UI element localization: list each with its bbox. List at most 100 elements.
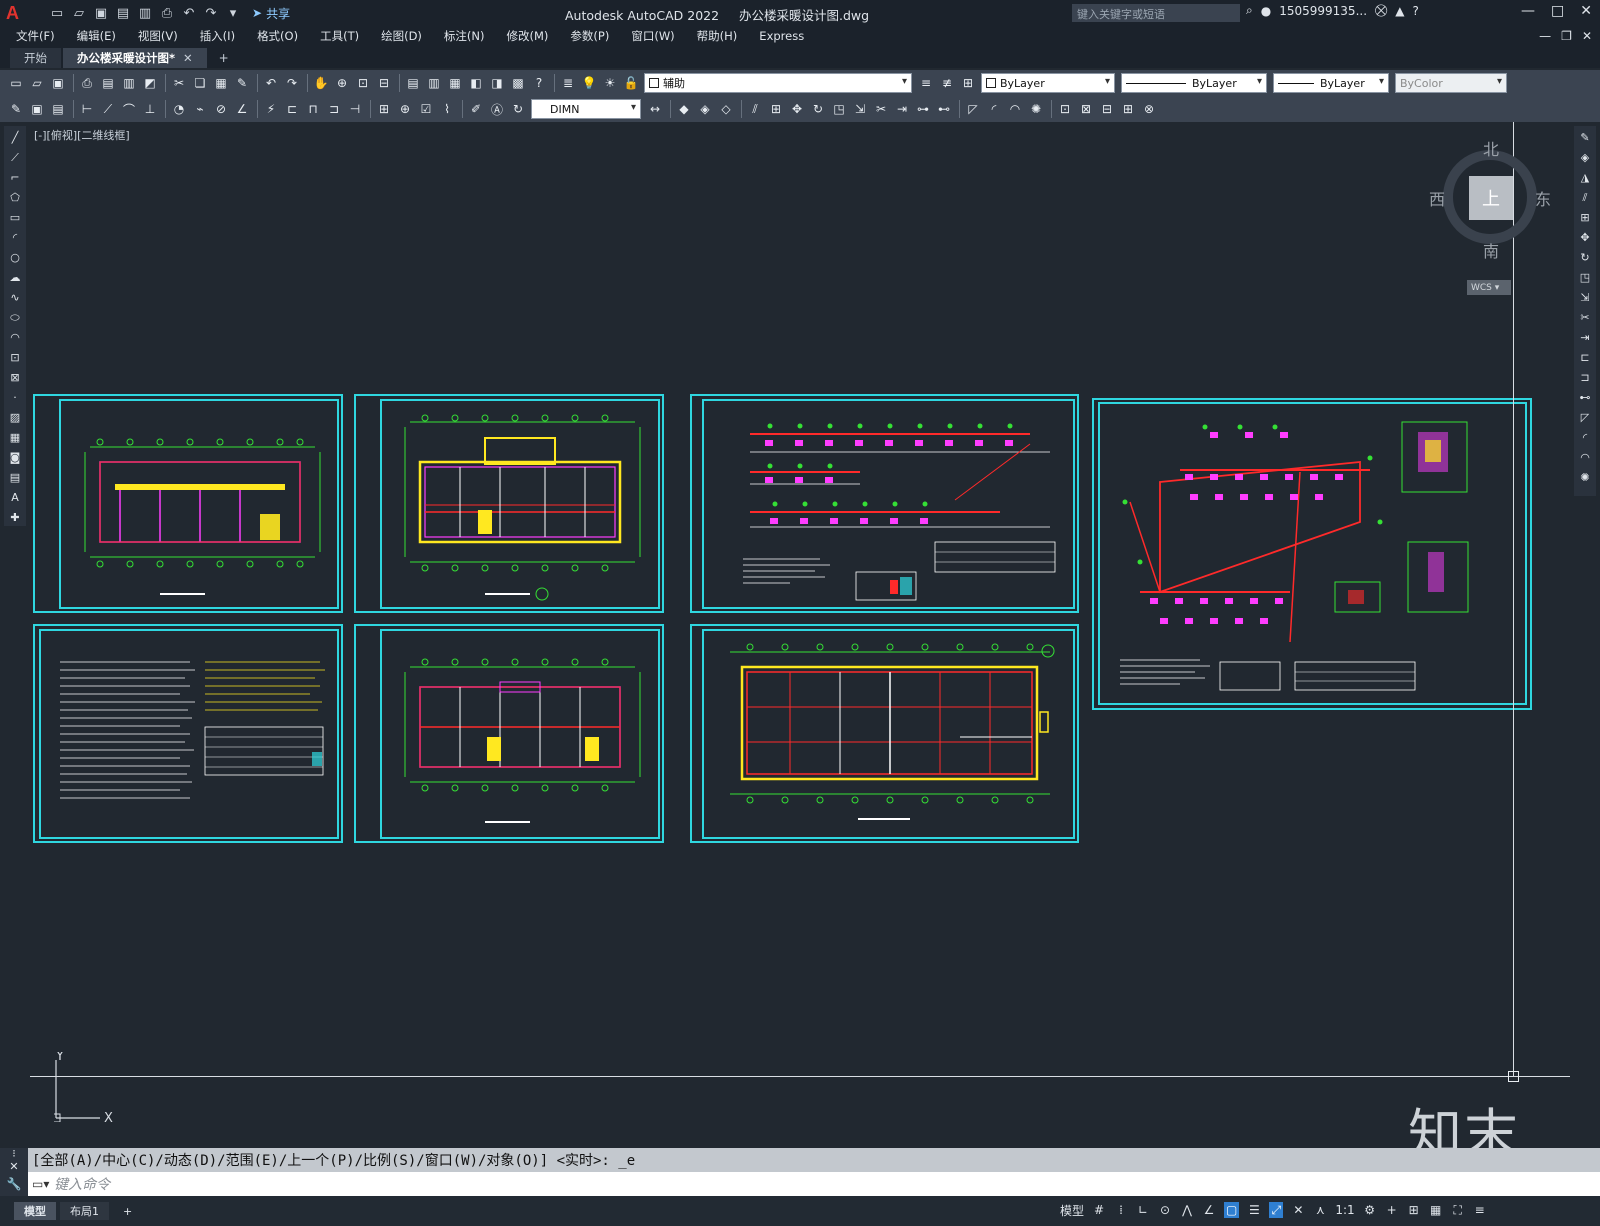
diameter-dimension-icon[interactable]: ⊘: [213, 101, 229, 117]
make-current-icon[interactable]: ≡: [918, 75, 934, 91]
pan-icon[interactable]: ✋: [313, 75, 329, 91]
menu-modify[interactable]: 修改(M): [507, 28, 549, 44]
blend-icon[interactable]: ◠: [1007, 101, 1023, 117]
menu-format[interactable]: 格式(O): [257, 28, 298, 44]
open-file-icon[interactable]: ▱: [70, 4, 88, 22]
object-snap-tracking-icon[interactable]: ∠: [1202, 1202, 1216, 1218]
scale-icon[interactable]: ◳: [1577, 270, 1593, 285]
jogged-dimension-icon[interactable]: ⌁: [192, 101, 208, 117]
wcs-menu[interactable]: WCS ▾: [1467, 280, 1511, 295]
offset-icon[interactable]: ⫽: [1577, 190, 1593, 205]
stretch-icon[interactable]: ⇲: [852, 101, 868, 117]
cut-icon[interactable]: ✂: [171, 75, 187, 91]
join-icon[interactable]: ⊷: [1577, 390, 1593, 405]
menu-tools[interactable]: 工具(T): [320, 28, 359, 44]
doc-restore-icon[interactable]: ❐: [1561, 29, 1572, 43]
layout-tab-layout1[interactable]: 布局1: [60, 1202, 109, 1220]
cart-icon[interactable]: ⛒: [1375, 3, 1387, 18]
dimension-edit-icon[interactable]: ✐: [468, 101, 484, 117]
move-icon[interactable]: ✥: [1577, 230, 1593, 245]
autodesk-app-icon[interactable]: ▲: [1395, 4, 1404, 18]
annotation-scale-icon[interactable]: ⋏: [1313, 1202, 1327, 1218]
explode-icon[interactable]: ✺: [1577, 470, 1593, 485]
linetype-dropdown[interactable]: ByLayer ▾: [1121, 73, 1267, 93]
tab-drawing[interactable]: 办公楼采暖设计图* ✕: [63, 48, 207, 68]
sheet-heating-plan-1[interactable]: [354, 394, 664, 613]
share-button[interactable]: ➤ 共享: [252, 5, 290, 22]
grid-icon[interactable]: #: [1092, 1202, 1106, 1218]
rectangle-icon[interactable]: ▭: [7, 210, 23, 225]
drawing-canvas[interactable]: [30, 122, 1570, 1142]
break-at-point-icon[interactable]: ⊏: [1577, 350, 1593, 365]
sheet-system-diagram-1[interactable]: [690, 394, 1079, 613]
paste-icon[interactable]: ▦: [213, 75, 229, 91]
make-block-icon[interactable]: ⊠: [7, 370, 23, 385]
angular-dimension-icon[interactable]: ∠: [234, 101, 250, 117]
user-icon[interactable]: ●: [1261, 4, 1271, 18]
menu-edit[interactable]: 编辑(E): [77, 28, 116, 44]
dimension-text-edit-icon[interactable]: Ⓐ: [489, 101, 505, 117]
construction-line-icon[interactable]: ⟋: [7, 150, 23, 165]
user-account[interactable]: 1505999135...: [1279, 4, 1367, 18]
redo-icon[interactable]: ↷: [284, 75, 300, 91]
dimension-break-icon[interactable]: ⊣: [347, 101, 363, 117]
dimension-space-icon[interactable]: ⊐: [326, 101, 342, 117]
arc-icon[interactable]: ◜: [7, 230, 23, 245]
radius-dimension-icon[interactable]: ◔: [171, 101, 187, 117]
dim-edit-icon[interactable]: ✎: [8, 101, 24, 117]
tab-start[interactable]: 开始: [10, 48, 61, 68]
line-icon[interactable]: ╱: [7, 130, 23, 145]
search-icon[interactable]: ⌕: [1246, 3, 1253, 18]
insert-block-icon[interactable]: ⊡: [7, 350, 23, 365]
save-as-icon[interactable]: ▤: [114, 4, 132, 22]
copy-object-icon[interactable]: ◈: [697, 101, 713, 117]
layer-on-icon[interactable]: 💡: [581, 75, 597, 91]
plot-icon[interactable]: ⎙: [158, 4, 176, 22]
help-icon[interactable]: ?: [1413, 4, 1419, 18]
break-icon[interactable]: ⊐: [1577, 370, 1593, 385]
aligned-dimension-icon[interactable]: ⟋: [100, 101, 116, 117]
explode-icon[interactable]: ✺: [1028, 101, 1044, 117]
lineweight-icon[interactable]: ☰: [1247, 1202, 1261, 1218]
3d-print-icon[interactable]: ◩: [142, 75, 158, 91]
chamfer-icon[interactable]: ◸: [965, 101, 981, 117]
recent-commands-icon[interactable]: ▭▾: [28, 1177, 54, 1191]
polygon-icon[interactable]: ⬠: [7, 190, 23, 205]
extend-icon[interactable]: ⇥: [894, 101, 910, 117]
redo-icon[interactable]: ↷: [202, 4, 220, 22]
command-input[interactable]: 键入命令: [54, 1174, 110, 1194]
properties-icon[interactable]: ▤: [405, 75, 421, 91]
layer-properties-icon[interactable]: ≣: [560, 75, 576, 91]
stretch-icon[interactable]: ⇲: [1577, 290, 1593, 305]
viewcube-top-face[interactable]: 上: [1469, 176, 1513, 220]
dimension-update-icon[interactable]: ↻: [510, 101, 526, 117]
layer-state-icon[interactable]: ⊞: [960, 75, 976, 91]
lineweight-dropdown[interactable]: ByLayer ▾: [1273, 73, 1389, 93]
isodraft-icon[interactable]: ⋀: [1180, 1202, 1194, 1218]
plotstyle-dropdown[interactable]: ByColor ▾: [1395, 73, 1507, 93]
viewcube-south[interactable]: 南: [1483, 238, 1499, 262]
layout-tab-model[interactable]: 模型: [14, 1202, 56, 1220]
quickcalc-icon[interactable]: ▩: [510, 75, 526, 91]
new-icon[interactable]: ▭: [8, 75, 24, 91]
create-block-icon[interactable]: ⊠: [1078, 101, 1094, 117]
array-icon[interactable]: ⊞: [768, 101, 784, 117]
xref-icon[interactable]: ⊗: [1141, 101, 1157, 117]
menu-dimension[interactable]: 标注(N): [444, 28, 485, 44]
mirror-icon[interactable]: ◇: [718, 101, 734, 117]
trim-icon[interactable]: ✂: [873, 101, 889, 117]
selection-cycling-icon[interactable]: ⤢: [1269, 1202, 1284, 1218]
erase-icon[interactable]: ◆: [676, 101, 692, 117]
quick-properties-icon[interactable]: ▦: [1429, 1202, 1443, 1218]
customize-status-icon[interactable]: ≡: [1473, 1202, 1487, 1218]
menu-express[interactable]: Express: [759, 29, 804, 43]
polyline-icon[interactable]: ⌐: [7, 170, 23, 185]
copy-icon[interactable]: ❏: [192, 75, 208, 91]
new-file-icon[interactable]: ▭: [48, 4, 66, 22]
point-icon[interactable]: ·: [7, 390, 23, 405]
sheet-floorplan-2[interactable]: [354, 624, 664, 843]
search-input[interactable]: 键入关键字或短语: [1072, 4, 1240, 22]
markup-icon[interactable]: ◨: [489, 75, 505, 91]
table-icon[interactable]: ▤: [7, 470, 23, 485]
revision-cloud-icon[interactable]: ☁: [7, 270, 23, 285]
